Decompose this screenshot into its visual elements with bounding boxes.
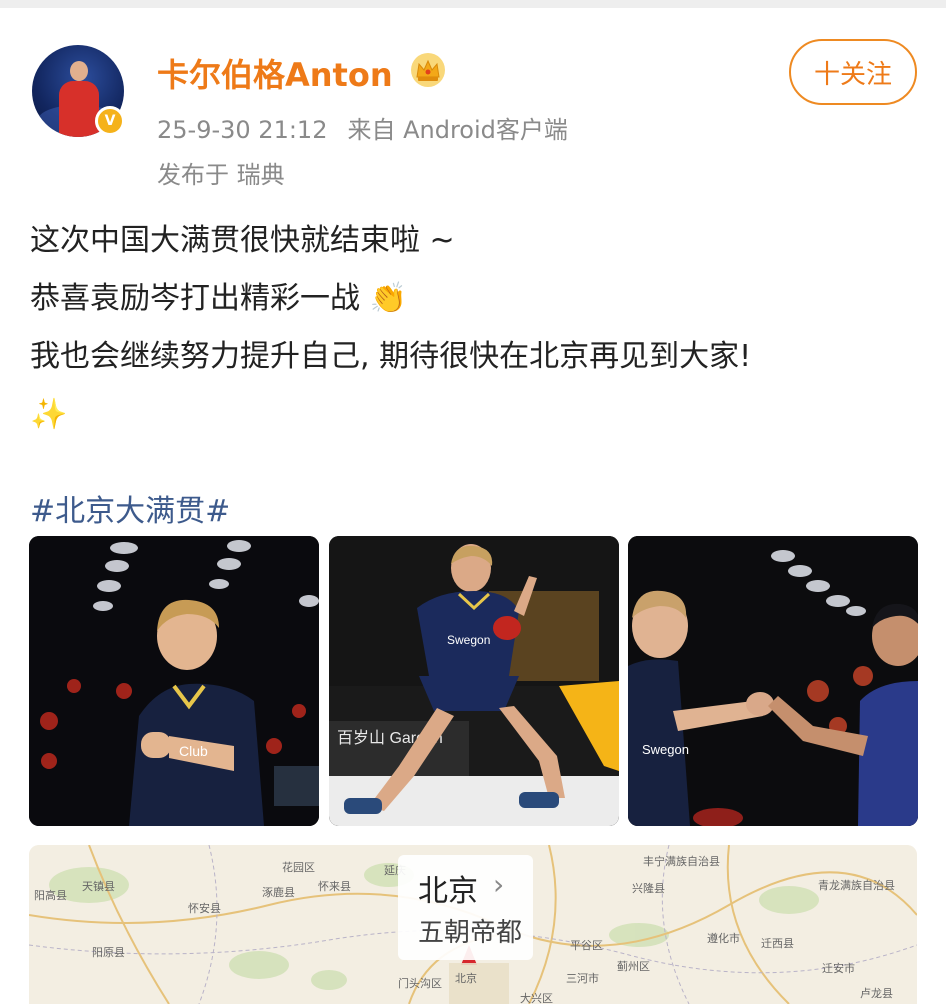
photo-1-jersey-text: Club [179,743,208,759]
map-label: 天镇县 [82,880,115,893]
post-photo-3[interactable]: Swegon [628,536,918,826]
map-label: 丰宁满族自治县 [643,855,720,868]
map-location-subtitle: 五朝帝都 [418,918,523,948]
map-label: 涿鹿县 [262,886,295,899]
post-location: 发布于 瑞典 [157,161,285,189]
post-text-line: 我也会继续努力提升自己, 期待很快在北京再见到大家! [30,339,752,374]
clap-icon: 👏 [369,281,407,316]
photo-3-image: Swegon [628,536,918,826]
sparkles-icon: ✨ [30,397,68,432]
map-label: 青龙满族自治县 [818,879,895,892]
post-photo-1[interactable]: Club [29,536,319,826]
post-source: 来自 Android客户端 [347,116,568,144]
crown-icon [411,53,445,87]
verified-badge-icon: V [95,106,125,136]
map-label: 大兴区 [520,992,553,1004]
photo-1-image: Club [29,536,319,826]
map-label: 怀来县 [318,880,351,893]
map-label: 北京 [455,972,477,985]
map-label: 平谷区 [570,939,603,952]
avatar-person-head [70,61,88,81]
map-label: 阳高县 [34,889,67,902]
post-text: 这次中国大满贯很快就结束啦 ~ 恭喜袁励岑打出精彩一战 👏 我也会继续努力提升自… [30,212,920,444]
map-label: 遵化市 [707,932,740,945]
map-label: 门头沟区 [398,977,442,990]
photo-2-image: 百岁山 Garden Swegon [329,536,619,826]
map-label: 卢龙县 [860,987,893,1000]
map-label: 花园区 [282,861,315,874]
username[interactable]: 卡尔伯格Anton [157,50,393,96]
top-divider [0,0,946,8]
map-label: 蓟州区 [617,960,650,973]
post-timestamp: 25-9-30 21:12 [157,116,328,144]
photo-2-jersey-text: Swegon [447,633,490,647]
chevron-right-icon[interactable]: › [493,868,504,901]
post-meta: 25-9-30 21:12 来自 Android客户端 [157,110,588,145]
map-label: 兴隆县 [632,882,665,895]
post-photo-2[interactable]: 百岁山 Garden Swegon [329,536,619,826]
post-text-line: ✨ [30,386,920,444]
map-label: 阳原县 [92,946,125,959]
map-label: 迁安市 [822,962,855,975]
avatar-person-body [59,81,99,137]
post-text-line: 这次中国大满贯很快就结束啦 ~ [30,223,455,258]
hashtag-link[interactable]: #北京大满贯# [30,486,230,530]
follow-button[interactable]: 十关注 [789,39,917,105]
map-label: 迁西县 [761,937,794,950]
map-label: 三河市 [566,972,599,985]
post-text-line: 恭喜袁励岑打出精彩一战 👏 [30,281,407,316]
map-label: 怀安县 [188,902,221,915]
map-location-title[interactable]: 北京 [418,866,478,910]
photo-3-jersey-text: Swegon [642,742,689,757]
